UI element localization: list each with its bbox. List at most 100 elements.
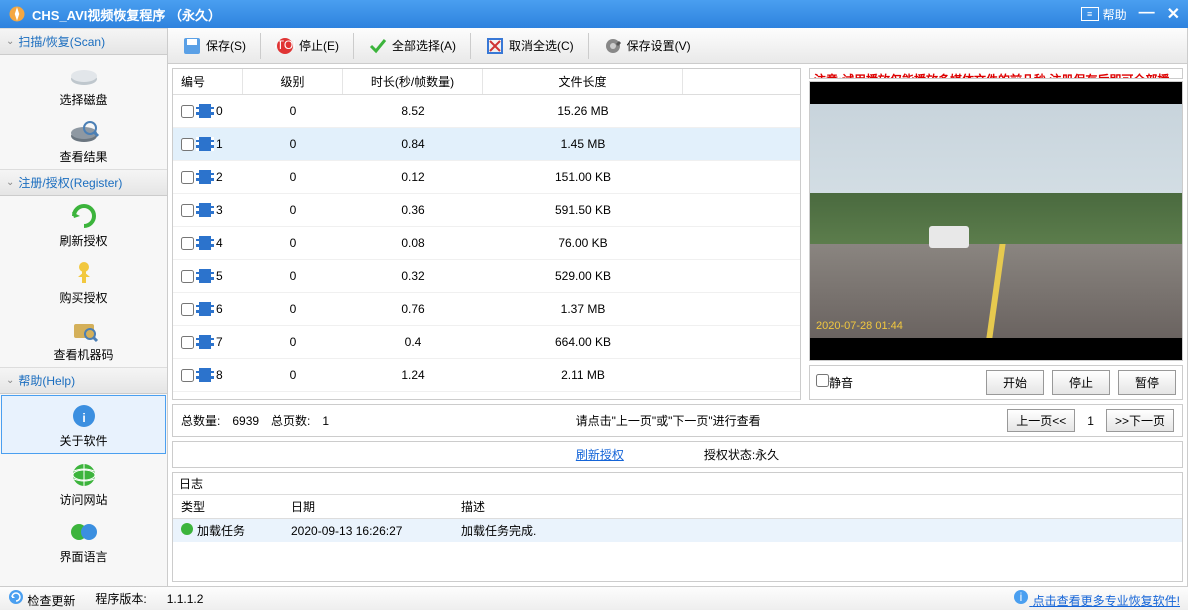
titlebar-help-button[interactable]: ≡帮助 (1081, 6, 1127, 23)
chevron-icon: ⌄ (6, 375, 14, 386)
update-icon (8, 589, 24, 605)
auth-bar: 刷新授权 授权状态:永久 (172, 441, 1183, 468)
log-panel: 日志 类型 日期 描述 加载任务2020-09-13 16:26:27加载任务完… (172, 472, 1183, 582)
sidebar-item-about-icon: i (68, 402, 100, 430)
pause-button[interactable]: 暂停 (1118, 370, 1176, 395)
sidebar-item-label: 界面语言 (0, 548, 167, 565)
center-panel: 保存(S) STOP停止(E) 全部选择(A) 取消全选(C) 保存设置(V) … (168, 28, 1188, 586)
next-page-button[interactable]: >>下一页 (1106, 409, 1174, 432)
separator (353, 33, 354, 59)
row-checkbox[interactable] (181, 336, 194, 349)
total-count-value: 6939 (232, 414, 259, 428)
col-duration[interactable]: 时长(秒/帧数量) (343, 69, 483, 94)
film-icon (196, 104, 214, 118)
col-size[interactable]: 文件长度 (483, 69, 683, 94)
settings-icon (603, 36, 623, 56)
log-title: 日志 (173, 473, 1182, 495)
ok-icon (181, 523, 193, 535)
window-title: CHS_AVI视频恢复程序 （永久） (32, 5, 1081, 24)
main: ⌄扫描/恢复(Scan)选择磁盘查看结果⌄注册/授权(Register)刷新授权… (0, 28, 1188, 586)
row-checkbox[interactable] (181, 237, 194, 250)
col-level[interactable]: 级别 (243, 69, 343, 94)
sidebar-item-view-results[interactable]: 查看结果 (0, 112, 167, 169)
check-update-button[interactable]: 检查更新 (8, 589, 75, 609)
sidebar-item-label: 查看结果 (0, 148, 167, 165)
version-label: 程序版本: (95, 590, 146, 607)
sidebar-section-header[interactable]: ⌄帮助(Help) (0, 367, 167, 394)
row-checkbox[interactable] (181, 369, 194, 382)
preview-panel: 注意:试用播放仅能播放多媒体文件的前几秒,注册保存后即可全部播放! 2020-0… (805, 64, 1187, 404)
deselect-all-button[interactable]: 取消全选(C) (477, 32, 582, 60)
video-preview[interactable]: 2020-07-28 01:44 (809, 81, 1183, 361)
preview-notice: 注意:试用播放仅能播放多媒体文件的前几秒,注册保存后即可全部播放! (809, 68, 1183, 79)
mute-checkbox[interactable]: 静音 (816, 374, 853, 391)
save-icon (182, 36, 202, 56)
log-col-date[interactable]: 日期 (283, 495, 453, 518)
check-icon (368, 36, 388, 56)
save-settings-button[interactable]: 保存设置(V) (595, 32, 699, 60)
col-num[interactable]: 编号 (173, 69, 243, 94)
film-icon (196, 302, 214, 316)
log-col-desc[interactable]: 描述 (453, 495, 1182, 518)
minimize-button[interactable]: — (1139, 4, 1155, 24)
sidebar-item-about[interactable]: i关于软件 (1, 395, 166, 454)
table-row[interactable]: 200.12151.00 KB (173, 161, 800, 194)
sidebar-item-select-disk[interactable]: 选择磁盘 (0, 55, 167, 112)
table-row[interactable]: 100.841.45 MB (173, 128, 800, 161)
version-value: 1.1.1.2 (167, 592, 204, 606)
sidebar: ⌄扫描/恢复(Scan) 选择磁盘查看结果 ⌄注册/授权(Register)刷新授权… (0, 28, 168, 586)
svg-text:i: i (1020, 590, 1023, 604)
row-checkbox[interactable] (181, 270, 194, 283)
play-button[interactable]: 开始 (986, 370, 1044, 395)
select-all-button[interactable]: 全部选择(A) (360, 32, 464, 60)
table-row[interactable]: 700.4664.00 KB (173, 326, 800, 359)
sidebar-item-website-icon (68, 461, 100, 489)
film-icon (196, 137, 214, 151)
sidebar-section-header[interactable]: ⌄注册/授权(Register) (0, 169, 167, 196)
log-row[interactable]: 加载任务2020-09-13 16:26:27加载任务完成. (173, 519, 1182, 542)
results-table: 编号 级别 时长(秒/帧数量) 文件长度 008.5215.26 MB100.8… (172, 68, 801, 400)
current-page: 1 (1087, 414, 1094, 428)
prev-page-button[interactable]: 上一页<< (1007, 409, 1075, 432)
table-row[interactable]: 400.0876.00 KB (173, 227, 800, 260)
toolbar: 保存(S) STOP停止(E) 全部选择(A) 取消全选(C) 保存设置(V) (168, 28, 1187, 64)
row-checkbox[interactable] (181, 204, 194, 217)
row-checkbox[interactable] (181, 303, 194, 316)
row-checkbox[interactable] (181, 138, 194, 151)
row-checkbox[interactable] (181, 105, 194, 118)
table-header: 编号 级别 时长(秒/帧数量) 文件长度 (173, 69, 800, 95)
total-pages-label: 总页数: (271, 412, 310, 429)
table-row[interactable]: 801.242.11 MB (173, 359, 800, 392)
statusbar: 检查更新 程序版本: 1.1.1.2 i 点击查看更多专业恢复软件! (0, 586, 1188, 610)
film-icon (196, 170, 214, 184)
table-row[interactable]: 008.5215.26 MB (173, 95, 800, 128)
table-body[interactable]: 008.5215.26 MB100.841.45 MB200.12151.00 … (173, 95, 800, 399)
row-checkbox[interactable] (181, 171, 194, 184)
sidebar-item-machine-code-icon (68, 316, 100, 344)
table-row[interactable]: 600.761.37 MB (173, 293, 800, 326)
total-count-label: 总数量: (181, 412, 220, 429)
table-row[interactable]: 300.36591.50 KB (173, 194, 800, 227)
stop-playback-button[interactable]: 停止 (1052, 370, 1110, 395)
log-col-type[interactable]: 类型 (173, 495, 283, 518)
info-icon: i (1013, 589, 1029, 605)
sidebar-item-label: 选择磁盘 (0, 91, 167, 108)
close-button[interactable]: ✕ (1167, 4, 1180, 24)
more-software-link[interactable]: i 点击查看更多专业恢复软件! (1013, 589, 1180, 609)
titlebar: CHS_AVI视频恢复程序 （永久） ≡帮助 — ✕ (0, 0, 1188, 28)
stop-button[interactable]: STOP停止(E) (267, 32, 347, 60)
refresh-auth-link[interactable]: 刷新授权 (576, 446, 624, 463)
sidebar-item-language[interactable]: 界面语言 (0, 512, 167, 569)
sidebar-item-refresh-auth-icon (68, 202, 100, 230)
sidebar-item-refresh-auth[interactable]: 刷新授权 (0, 196, 167, 253)
sidebar-section-header[interactable]: ⌄扫描/恢复(Scan) (0, 28, 167, 55)
table-row[interactable]: 500.32529.00 KB (173, 260, 800, 293)
pager-hint: 请点击"上一页"或"下一页"进行查看 (341, 412, 995, 429)
sidebar-item-view-results-icon (68, 118, 100, 146)
sidebar-item-label: 购买授权 (0, 289, 167, 306)
sidebar-item-machine-code[interactable]: 查看机器码 (0, 310, 167, 367)
video-frame (810, 104, 1182, 338)
sidebar-item-website[interactable]: 访问网站 (0, 455, 167, 512)
save-button[interactable]: 保存(S) (174, 32, 254, 60)
sidebar-item-buy-auth[interactable]: 购买授权 (0, 253, 167, 310)
